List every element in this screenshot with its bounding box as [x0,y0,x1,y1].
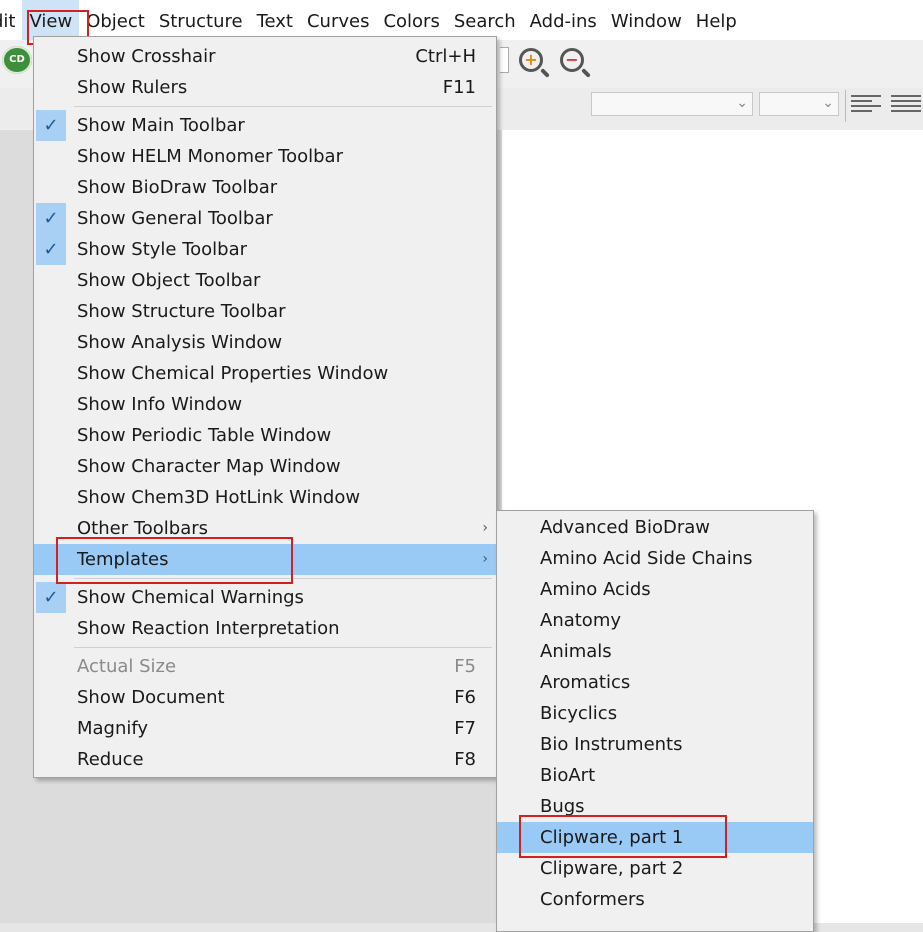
menu-colors[interactable]: Colors [376,0,446,40]
menu-item-show-analysis-window[interactable]: Show Analysis Window [34,327,496,358]
menu-item-actual-size: Actual Size F5 [77,656,476,677]
menu-item-other-toolbars[interactable]: Other Toolbars › [34,513,496,544]
template-bio-instruments[interactable]: Bio Instruments [497,729,813,760]
checkmark-icon: ✓ [36,203,66,234]
menu-bar: dit View Object Structure Text Curves Co… [0,0,923,40]
menu-item-reduce[interactable]: Reduce F8 [34,744,496,775]
toolbar-field-fragment[interactable] [500,47,509,73]
menu-item-show-document[interactable]: Show Document F6 [34,682,496,713]
checkmark-icon: ✓ [36,234,66,265]
menu-item-show-periodic-table[interactable]: Show Periodic Table Window [34,420,496,451]
menu-edit[interactable]: dit [0,0,22,40]
chevron-right-icon: › [482,551,488,567]
size-combo[interactable]: ⌄ [759,92,839,116]
menu-item-show-crosshair[interactable]: Show Crosshair Ctrl+H [34,41,496,72]
template-bugs[interactable]: Bugs [497,791,813,822]
menu-item-show-general-toolbar[interactable]: ✓ Show General Toolbar [34,203,496,234]
menu-separator [74,578,492,579]
menu-item-templates[interactable]: Templates › [34,544,496,575]
zoom-in-icon[interactable]: + [519,48,543,72]
menu-help[interactable]: Help [689,0,744,40]
menu-item-show-rulers[interactable]: Show Rulers F11 [34,72,496,103]
menu-item-show-object-toolbar[interactable]: Show Object Toolbar [34,265,496,296]
template-clipware-part-1[interactable]: Clipware, part 1 [497,822,813,853]
templates-submenu: Advanced BioDraw Amino Acid Side Chains … [496,510,814,932]
toolbar-separator [845,90,846,122]
menu-item-show-style-toolbar[interactable]: ✓ Show Style Toolbar [34,234,496,265]
menu-item-show-helm-toolbar[interactable]: Show HELM Monomer Toolbar [34,141,496,172]
menu-text[interactable]: Text [250,0,300,40]
menu-item-show-biodraw-toolbar[interactable]: Show BioDraw Toolbar [34,172,496,203]
menu-search[interactable]: Search [447,0,523,40]
menu-window[interactable]: Window [604,0,689,40]
align-justify-icon[interactable] [891,92,921,116]
menu-separator [74,647,492,648]
align-left-icon[interactable] [851,92,881,116]
template-amino-acids[interactable]: Amino Acids [497,574,813,605]
menu-item-show-chemical-properties[interactable]: Show Chemical Properties Window [34,358,496,389]
template-anatomy[interactable]: Anatomy [497,605,813,636]
chevron-down-icon: ⌄ [736,95,748,111]
menu-item-show-chemical-warnings[interactable]: ✓ Show Chemical Warnings [34,582,496,613]
template-clipware-part-2[interactable]: Clipware, part 2 [497,853,813,884]
chevron-down-icon: ⌄ [822,95,834,111]
view-menu: Show Crosshair Ctrl+H Show Rulers F11 ✓ … [33,36,497,778]
menu-curves[interactable]: Curves [300,0,376,40]
menu-view[interactable]: View [22,0,80,40]
checkmark-icon: ✓ [36,582,66,613]
menu-separator [74,106,492,107]
menu-item-show-main-toolbar[interactable]: ✓ Show Main Toolbar [34,110,496,141]
template-amino-acid-side-chains[interactable]: Amino Acid Side Chains [497,543,813,574]
font-combo[interactable]: ⌄ [591,92,753,116]
template-advanced-biodraw[interactable]: Advanced BioDraw [497,512,813,543]
checkmark-icon: ✓ [36,110,66,141]
menu-object[interactable]: Object [79,0,152,40]
menu-structure[interactable]: Structure [152,0,250,40]
menu-item-show-info-window[interactable]: Show Info Window [34,389,496,420]
menu-add-ins[interactable]: Add-ins [523,0,604,40]
template-bicyclics[interactable]: Bicyclics [497,698,813,729]
chemdraw-logo-icon[interactable]: CD [2,46,32,74]
menu-item-show-reaction-interpretation[interactable]: Show Reaction Interpretation [34,613,496,644]
chevron-right-icon: › [482,520,488,536]
menu-item-show-structure-toolbar[interactable]: Show Structure Toolbar [34,296,496,327]
menu-item-magnify[interactable]: Magnify F7 [34,713,496,744]
template-bioart[interactable]: BioArt [497,760,813,791]
template-aromatics[interactable]: Aromatics [497,667,813,698]
menu-item-show-character-map[interactable]: Show Character Map Window [34,451,496,482]
menu-item-show-chem3d-hotlink[interactable]: Show Chem3D HotLink Window [34,482,496,513]
template-conformers[interactable]: Conformers [497,884,813,915]
template-animals[interactable]: Animals [497,636,813,667]
zoom-out-icon[interactable]: − [560,48,584,72]
